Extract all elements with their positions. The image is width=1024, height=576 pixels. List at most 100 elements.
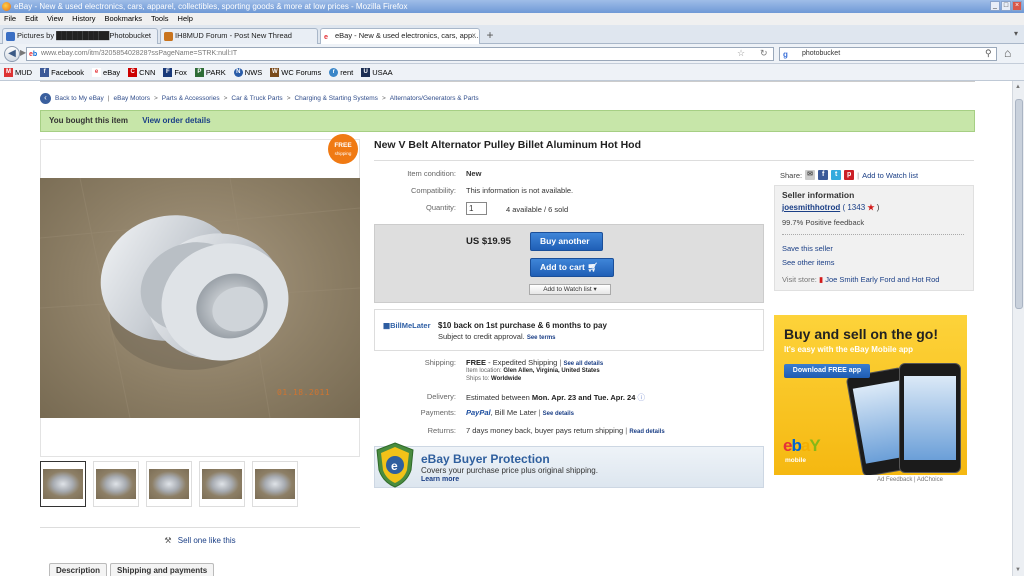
breadcrumb-item[interactable]: Parts & Accessories: [162, 95, 220, 102]
pinterest-share-icon[interactable]: p: [844, 170, 855, 180]
menu-file[interactable]: File: [4, 13, 16, 25]
bookmark-nws[interactable]: N NWS: [233, 64, 262, 80]
menu-bookmarks[interactable]: Bookmarks: [105, 13, 143, 25]
breadcrumb-item[interactable]: Car & Truck Parts: [231, 95, 282, 102]
delivery-prefix: Estimated between: [466, 393, 530, 402]
see-all-details-link[interactable]: See all details: [563, 361, 603, 367]
menu-history[interactable]: History: [72, 13, 95, 25]
feedback-score[interactable]: ( 1343: [842, 203, 865, 212]
paypal-logo: PayPal: [466, 408, 491, 417]
ad-subtitle: It's easy with the eBay Mobile app: [784, 345, 914, 354]
info-icon[interactable]: ⓘ: [637, 393, 645, 402]
scroll-down-icon[interactable]: ▼: [1015, 567, 1021, 573]
home-icon[interactable]: ⌂: [1004, 46, 1011, 60]
search-icon[interactable]: ⚲: [985, 48, 992, 59]
add-to-watch-list-link[interactable]: Add to Watch list: [862, 171, 918, 180]
thumbnail-strip: [40, 461, 298, 507]
back-to-my-ebay-link[interactable]: Back to My eBay: [55, 95, 104, 102]
twitter-share-icon[interactable]: t: [831, 170, 842, 180]
delivery-label: Delivery:: [426, 392, 456, 401]
breadcrumb-item[interactable]: Charging & Starting Systems: [294, 95, 377, 102]
scroll-up-icon[interactable]: ▲: [1015, 84, 1021, 90]
breadcrumb-separator: |: [107, 94, 110, 102]
close-window-button[interactable]: ×: [1012, 1, 1022, 11]
bookmark-rent[interactable]: r rent: [329, 64, 353, 80]
bookmark-facebook[interactable]: f Facebook: [40, 64, 84, 80]
tab-shipping-payments[interactable]: Shipping and payments: [110, 563, 215, 576]
url-bar[interactable]: eb www.ebay.com/itm/320585402828?ssPageN…: [26, 47, 774, 61]
facebook-icon: f: [40, 67, 50, 77]
search-bar[interactable]: g photobucket: [779, 47, 997, 61]
seller-divider: [782, 234, 964, 235]
email-icon[interactable]: ✉: [805, 170, 816, 180]
thumbnail[interactable]: [146, 461, 192, 507]
bookmark-ebay[interactable]: e eBay: [92, 64, 120, 80]
bookmark-star-icon[interactable]: ☆: [737, 48, 745, 59]
breadcrumb-item[interactable]: Alternators/Generators & Parts: [390, 95, 479, 102]
breadcrumb-item[interactable]: eBay Motors: [113, 95, 150, 102]
bookmark-label: Facebook: [51, 67, 85, 77]
maximize-button[interactable]: □: [1001, 1, 1011, 11]
bookmark-park[interactable]: P PARK: [194, 64, 226, 80]
back-arrow-icon[interactable]: ‹: [40, 92, 51, 104]
vertical-scrollbar[interactable]: ▲ ▼: [1012, 81, 1024, 576]
park-icon: P: [194, 67, 204, 77]
download-app-button[interactable]: Download FREE app: [784, 364, 870, 378]
see-other-items-link[interactable]: See other items: [782, 258, 835, 267]
menu-tools[interactable]: Tools: [151, 13, 169, 25]
title-divider: [374, 160, 974, 161]
ad-feedback-link[interactable]: Ad Feedback | AdChoice: [877, 477, 943, 483]
bought-message: You bought this item: [49, 116, 128, 125]
store-link[interactable]: Joe Smith Early Ford and Hot Rod: [825, 275, 939, 284]
bookmark-label: Fox: [174, 67, 187, 77]
thumbnail-image: [255, 469, 295, 499]
free-badge-sublabel: shipping: [334, 151, 352, 156]
menu-view[interactable]: View: [47, 13, 63, 25]
seller-name-link[interactable]: joesmithhotrod: [782, 203, 840, 212]
menu-help[interactable]: Help: [178, 13, 193, 25]
menu-edit[interactable]: Edit: [25, 13, 38, 25]
main-product-image[interactable]: [40, 178, 360, 418]
item-location-label: Item location:: [466, 368, 502, 374]
delivery-range: Mon. Apr. 23 and Tue. Apr. 24: [531, 393, 636, 402]
save-seller-link[interactable]: Save this seller: [782, 244, 833, 253]
bookmark-wc-forums[interactable]: W WC Forums: [270, 64, 321, 80]
thumbnail[interactable]: [40, 461, 86, 507]
list-tabs-icon[interactable]: ▾: [1014, 29, 1018, 38]
thumbnail[interactable]: [199, 461, 245, 507]
svg-text:e: e: [391, 459, 398, 473]
view-order-details-link[interactable]: View order details: [142, 116, 210, 125]
item-price: US $19.95: [466, 236, 511, 247]
add-to-cart-button[interactable]: Add to cart 🛒︎: [530, 258, 614, 277]
facebook-share-icon[interactable]: f: [818, 170, 829, 180]
thumbnail[interactable]: [93, 461, 139, 507]
buy-another-button[interactable]: Buy another: [530, 232, 603, 251]
sell-one-like-this[interactable]: ⚒ Sell one like this: [40, 527, 360, 545]
quantity-input[interactable]: 1: [466, 202, 487, 215]
bookmark-usaa[interactable]: U USAA: [361, 64, 393, 80]
new-tab-button[interactable]: +: [482, 28, 498, 43]
close-tab-icon[interactable]: ×: [471, 29, 476, 43]
chevron-down-icon[interactable]: ▾: [594, 286, 597, 293]
add-to-watch-list-button[interactable]: Add to Watch list ▾: [529, 284, 611, 295]
thumbnail[interactable]: [252, 461, 298, 507]
bookmark-mud[interactable]: M MUD: [4, 64, 32, 80]
bookmark-cnn[interactable]: C CNN: [128, 64, 155, 80]
tab-description[interactable]: Description: [49, 563, 108, 576]
learn-more-link[interactable]: Learn more: [421, 476, 459, 483]
see-details-link[interactable]: See details: [543, 411, 574, 417]
sell-one-link[interactable]: Sell one like this: [178, 536, 236, 545]
reload-icon[interactable]: ↻: [760, 48, 768, 59]
bookmark-fox[interactable]: F Fox: [163, 64, 187, 80]
share-label: Share:: [780, 170, 803, 180]
see-terms-link[interactable]: See terms: [527, 335, 556, 341]
minimize-button[interactable]: _: [990, 1, 1000, 11]
back-button[interactable]: ◀: [4, 46, 20, 62]
scrollbar-thumb[interactable]: [1015, 99, 1023, 309]
tab-ebay[interactable]: e eBay - New & used electronics, cars, a…: [320, 28, 480, 44]
ebay-logo: ebaY: [783, 436, 821, 456]
search-text: photobucket: [802, 50, 841, 57]
tab-photobucket[interactable]: Pictures by ██████████Photobucket: [2, 28, 158, 44]
tab-ih8mud[interactable]: IH8MUD Forum - Post New Thread: [160, 28, 318, 44]
read-details-link[interactable]: Read details: [629, 429, 664, 435]
